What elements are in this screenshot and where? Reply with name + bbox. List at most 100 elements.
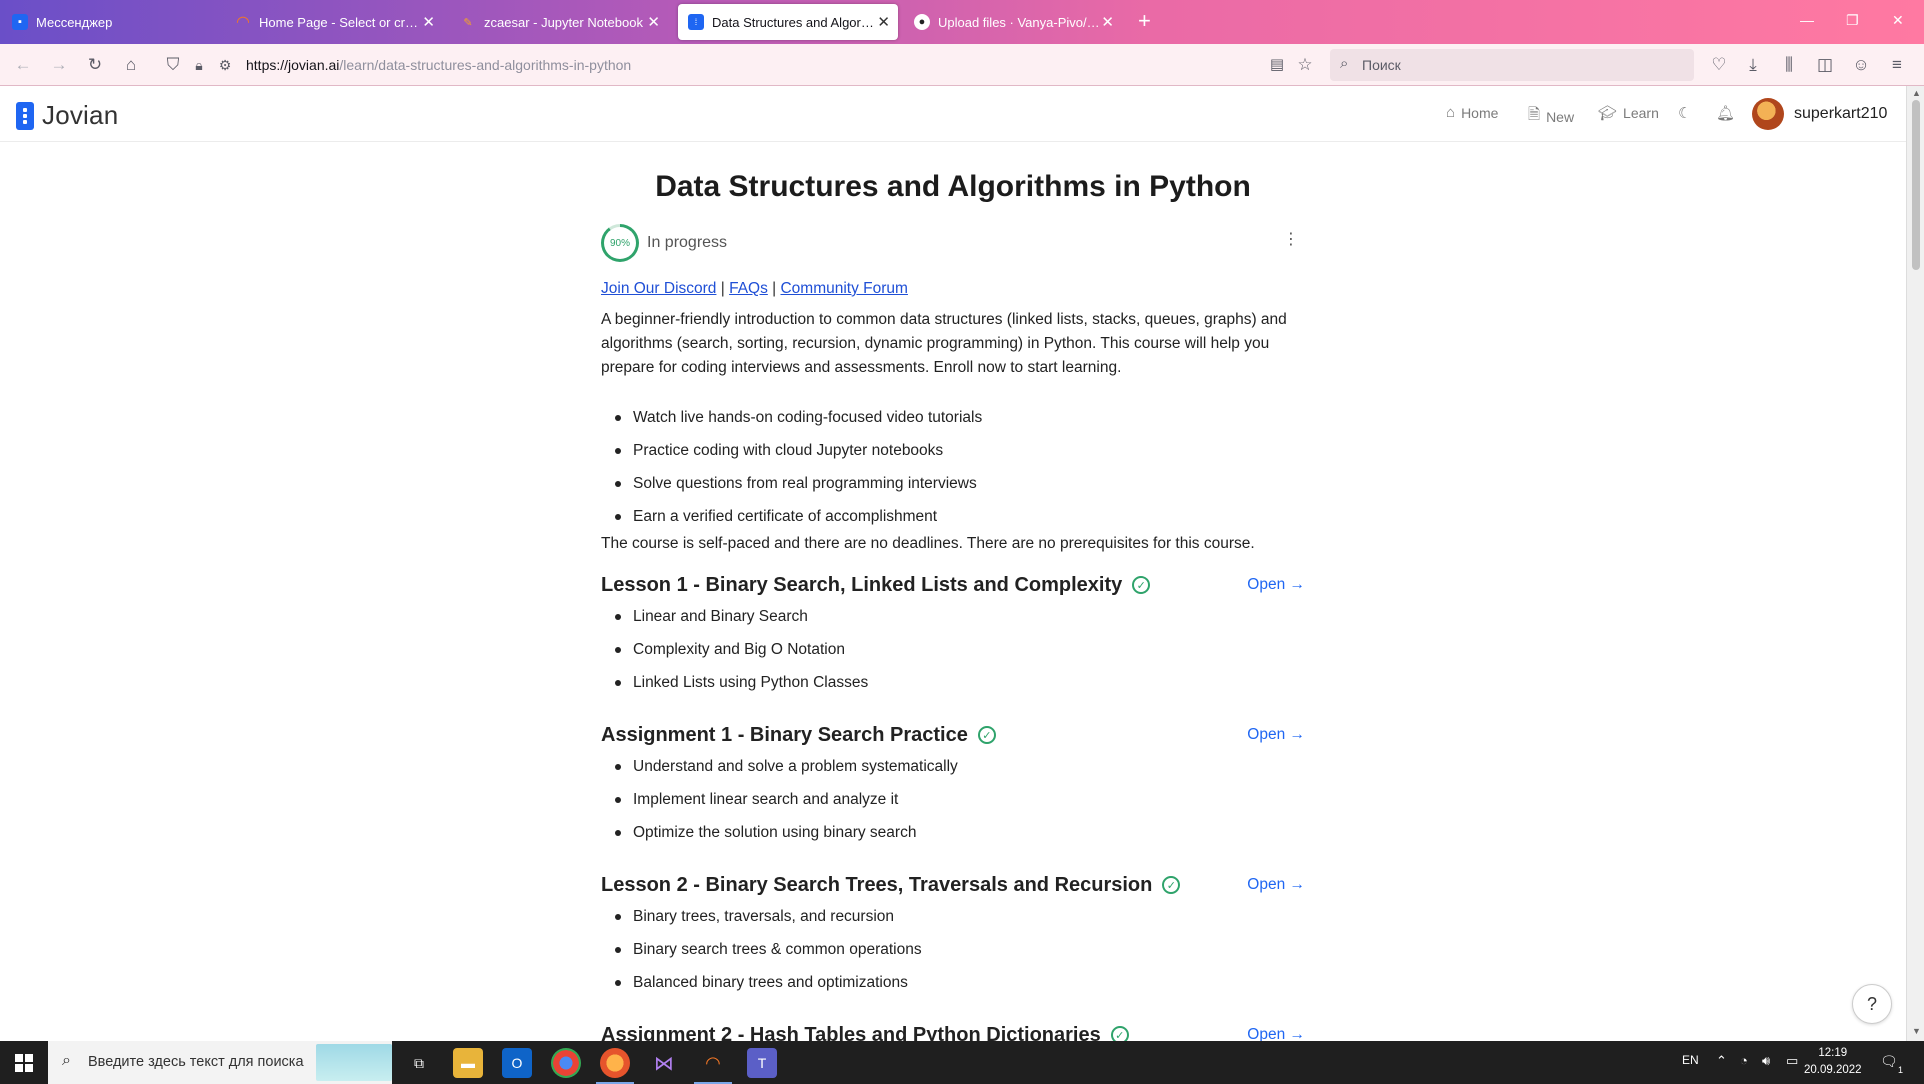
section-title: Assignment 1 - Binary Search Practice ✓ xyxy=(601,720,1305,750)
permissions-icon[interactable]: ⚙ xyxy=(214,54,236,76)
faqs-link[interactable]: FAQs xyxy=(729,280,768,297)
pocket-icon[interactable]: ♡ xyxy=(1708,54,1730,76)
nav-home[interactable]: ⌂ Home xyxy=(1446,104,1498,121)
list-item: Solve questions from real programming in… xyxy=(614,473,982,506)
dark-mode-toggle[interactable]: ☾ xyxy=(1678,104,1691,122)
system-clock[interactable]: 12:19 20.09.2022 xyxy=(1804,1045,1862,1079)
section-title: Lesson 2 - Binary Search Trees, Traversa… xyxy=(601,870,1305,900)
bell-icon: 🔔︎ xyxy=(1716,105,1736,122)
task-view-icon[interactable]: ⧉ xyxy=(404,1048,434,1078)
section-title: Lesson 1 - Binary Search, Linked Lists a… xyxy=(601,570,1305,600)
language-indicator[interactable]: EN xyxy=(1682,1053,1699,1067)
restore-icon[interactable]: ❐ xyxy=(1846,12,1859,29)
start-button[interactable] xyxy=(0,1041,48,1084)
check-circle-icon: ✓ xyxy=(977,726,996,744)
url-bar[interactable]: ⛉ 🔒︎ ⚙ https://jovian.ai/learn/data-stru… xyxy=(160,49,1313,81)
jovian-favicon-icon: ⁞ xyxy=(688,14,704,30)
open-assignment-2-link[interactable]: Open → xyxy=(1247,1026,1305,1041)
minimize-icon[interactable]: — xyxy=(1800,12,1814,28)
section-title: Assignment 2 - Hash Tables and Python Di… xyxy=(601,1020,1305,1041)
jupyter-icon[interactable]: ◠ xyxy=(694,1048,732,1084)
chrome-icon[interactable] xyxy=(551,1048,581,1078)
graduation-cap-icon: 🎓︎ xyxy=(1598,105,1618,122)
list-item: Optimize the solution using binary searc… xyxy=(615,822,958,855)
shield-icon[interactable]: ⛉ xyxy=(162,54,184,76)
close-icon[interactable]: ✕ xyxy=(647,13,660,31)
discord-link[interactable]: Join Our Discord xyxy=(601,280,716,297)
taskbar-search[interactable]: ⌕ Введите здесь текст для поиска xyxy=(48,1041,392,1084)
outlook-icon[interactable]: O xyxy=(502,1048,532,1078)
url-text[interactable]: https://jovian.ai/learn/data-structures-… xyxy=(246,57,631,73)
reload-icon[interactable]: ↻ xyxy=(84,54,106,76)
assignment-2-section: Assignment 2 - Hash Tables and Python Di… xyxy=(601,1020,1305,1041)
lesson-2-section: Lesson 2 - Binary Search Trees, Traversa… xyxy=(601,870,1305,992)
lesson-2-topics: Binary trees, traversals, and recursion … xyxy=(615,906,922,1005)
search-icon: ⌕ xyxy=(1340,55,1349,72)
windows-logo-icon xyxy=(15,1053,33,1072)
page-title: Data Structures and Algorithms in Python xyxy=(655,170,1251,203)
course-progress: 90% In progress xyxy=(601,224,727,262)
library-icon[interactable]: ⫼ xyxy=(1778,54,1800,76)
search-icon: ⌕ xyxy=(62,1052,71,1069)
course-note: The course is self-paced and there are n… xyxy=(601,535,1255,552)
back-icon[interactable]: ← xyxy=(12,54,34,76)
close-icon[interactable]: ✕ xyxy=(877,13,890,31)
file-explorer-icon[interactable]: ▬ xyxy=(453,1048,483,1078)
battery-icon[interactable]: ▭ xyxy=(1786,1053,1798,1069)
github-icon: ● xyxy=(914,14,930,30)
open-lesson-1-link[interactable]: Open → xyxy=(1247,576,1305,594)
open-lesson-2-link[interactable]: Open → xyxy=(1247,876,1305,894)
file-plus-icon: 🗎︎ xyxy=(1528,106,1541,123)
tab-data-structures[interactable]: ⁞ Data Structures and Algorithms ✕ xyxy=(678,4,898,40)
user-menu[interactable]: superkart210 xyxy=(1752,98,1887,130)
scroll-thumb[interactable] xyxy=(1912,100,1920,270)
reader-view-icon[interactable]: ▤ xyxy=(1266,54,1288,76)
jupyter-icon: ◠ xyxy=(236,14,250,31)
scroll-down-icon[interactable]: ▼ xyxy=(1912,1026,1921,1036)
community-forum-link[interactable]: Community Forum xyxy=(780,280,907,297)
progress-ring: 90% xyxy=(601,224,639,262)
close-window-icon[interactable]: ✕ xyxy=(1892,12,1904,29)
network-icon[interactable]: ◔ xyxy=(1740,1053,1748,1068)
assignment-1-topics: Understand and solve a problem systemati… xyxy=(615,756,958,855)
notebook-icon: ✎ xyxy=(463,16,473,29)
moon-icon: ☾ xyxy=(1678,105,1692,122)
account-icon[interactable]: ☺ xyxy=(1850,54,1872,76)
nav-learn[interactable]: 🎓︎ Learn xyxy=(1598,104,1659,122)
visual-studio-icon[interactable]: ⋈ xyxy=(649,1048,679,1078)
jovian-logo[interactable]: Jovian xyxy=(16,100,118,131)
more-options-icon[interactable]: ⋮ xyxy=(1283,232,1299,248)
list-item: Linked Lists using Python Classes xyxy=(614,672,868,705)
tab-upload-files[interactable]: ● Upload files · Vanya-Pivo/new_r ✕ xyxy=(904,4,1122,40)
close-icon[interactable]: ✕ xyxy=(422,13,435,31)
scroll-up-icon[interactable]: ▲ xyxy=(1912,88,1921,98)
list-item: Balanced binary trees and optimizations xyxy=(615,972,922,1005)
lock-icon[interactable]: 🔒︎ xyxy=(188,54,210,76)
help-button[interactable]: ? xyxy=(1852,984,1892,1024)
volume-icon[interactable]: 🔊︎ xyxy=(1762,1053,1770,1069)
open-assignment-1-link[interactable]: Open → xyxy=(1247,726,1305,744)
page-scrollbar[interactable]: ▲ ▼ xyxy=(1906,86,1924,1041)
tab-home-page[interactable]: ◠ Home Page - Select or create a ✕ xyxy=(225,4,443,40)
menu-icon[interactable]: ≡ xyxy=(1886,54,1908,76)
page-viewport: Jovian ⌂ Home 🗎︎ New 🎓︎ Learn ☾ 🔔︎ super… xyxy=(0,86,1906,1041)
new-tab-button[interactable]: + xyxy=(1138,10,1151,32)
tab-messenger[interactable]: ▪ Мессенджер xyxy=(2,4,220,40)
list-item: Complexity and Big O Notation xyxy=(614,639,868,672)
downloads-icon[interactable]: ⤓ xyxy=(1742,54,1764,76)
teams-icon[interactable]: T xyxy=(747,1048,777,1078)
chevron-up-icon[interactable]: ⌃ xyxy=(1716,1053,1727,1069)
firefox-icon[interactable] xyxy=(596,1048,634,1084)
bookmark-star-icon[interactable]: ☆ xyxy=(1294,54,1316,76)
notifications-button[interactable]: 🔔︎ xyxy=(1716,104,1735,122)
browser-search-bar[interactable]: ⌕ Поиск xyxy=(1330,49,1694,81)
forward-icon[interactable]: → xyxy=(48,54,70,76)
notification-center-icon[interactable]: 🗨︎ xyxy=(1880,1053,1898,1070)
nav-new[interactable]: 🗎︎ New xyxy=(1528,104,1574,129)
search-highlight-image xyxy=(316,1044,392,1081)
sidebar-icon[interactable]: ◫ xyxy=(1814,54,1836,76)
home-icon[interactable]: ⌂ xyxy=(120,54,142,76)
home-icon: ⌂ xyxy=(1446,104,1456,121)
close-icon[interactable]: ✕ xyxy=(1101,13,1114,31)
tab-jupyter-notebook[interactable]: ✎ zcaesar - Jupyter Notebook ✕ xyxy=(450,4,668,40)
